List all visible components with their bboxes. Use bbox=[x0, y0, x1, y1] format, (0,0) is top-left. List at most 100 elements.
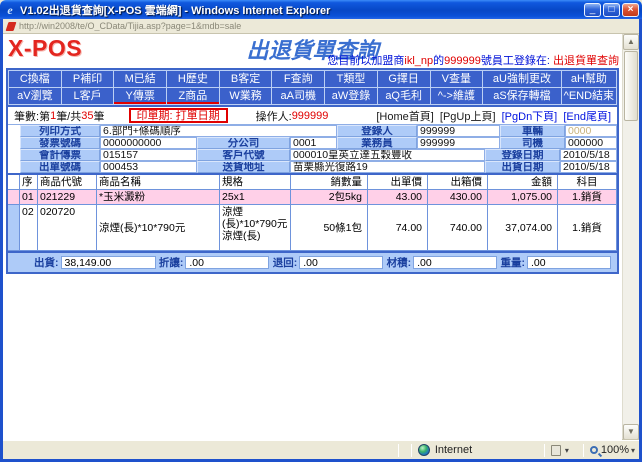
button-change-file[interactable]: C換檔 bbox=[9, 71, 61, 87]
button-check-qty[interactable]: V查量 bbox=[431, 71, 483, 87]
items-header-row: 序 商品代號 商品名稱 規格 銷數量 出單價 出箱價 金額 科目 bbox=[8, 175, 617, 190]
scroll-up-icon[interactable]: ▲ bbox=[623, 34, 639, 50]
record-suffix: 筆 bbox=[94, 108, 105, 124]
registrant-field[interactable]: 999999 bbox=[417, 125, 500, 137]
order-no-field[interactable]: 000453 bbox=[100, 161, 197, 173]
table-row[interactable]: 02 020720 涼煙(長)*10*790元 涼煙(長)*10*790元涼煙(… bbox=[8, 205, 617, 251]
button-driver[interactable]: aA司機 bbox=[272, 88, 324, 104]
button-profit[interactable]: aQ毛利 bbox=[378, 88, 430, 104]
total-returns: 退回: .00 bbox=[273, 255, 384, 270]
cell-account: 1.銷貨 bbox=[558, 190, 617, 205]
totals-bar: 出貨: 38,149.00 折讓: .00 退回: .00 材積: bbox=[8, 253, 617, 272]
link-home-page[interactable]: [Home首頁] bbox=[376, 111, 433, 123]
status-separator bbox=[583, 444, 584, 457]
pos-page: X-POS 出退貨單查詢 您目前以加盟商ikl_np的999999號員工登錄在:… bbox=[3, 34, 622, 440]
button-browse[interactable]: aV瀏覽 bbox=[9, 88, 61, 104]
customer-field[interactable]: 000010皇英立達五穀豐收 bbox=[290, 149, 485, 161]
button-save-export[interactable]: aS保存轉檔 bbox=[483, 88, 561, 104]
button-customer[interactable]: L客戶 bbox=[62, 88, 114, 104]
driver-field[interactable]: 000000 bbox=[565, 137, 617, 149]
button-customer-set[interactable]: B客定 bbox=[220, 71, 272, 87]
operator-id: 999999 bbox=[292, 110, 329, 122]
table-row[interactable]: 01 021229 *玉米澱粉 25x1 2包5kg 43.00 430.00 … bbox=[8, 190, 617, 205]
button-history[interactable]: H歷史 bbox=[167, 71, 219, 87]
reg-date-field[interactable]: 2010/5/18 bbox=[560, 149, 617, 161]
status-separator bbox=[411, 444, 412, 457]
button-query[interactable]: F查詢 bbox=[272, 71, 324, 87]
address-bar[interactable]: http://win2008/te/O_CData/Tijia.asp?page… bbox=[3, 19, 639, 34]
button-maintain[interactable]: ^->維護 bbox=[431, 88, 483, 104]
status-separator bbox=[398, 444, 399, 457]
vehicle-label: 車輛 bbox=[500, 125, 565, 137]
button-closed[interactable]: M已結 bbox=[114, 71, 166, 87]
cell-account: 1.銷貨 bbox=[558, 205, 617, 251]
protected-mode-control[interactable]: ▾ bbox=[551, 445, 569, 456]
button-end[interactable]: ^END結束 bbox=[562, 88, 616, 104]
discount-label: 折讓: bbox=[159, 255, 184, 270]
form-row-1: 列印方式 6.部門+條碼順序 登錄人 999999 車輛 0000 bbox=[8, 125, 617, 137]
acct-voucher-label: 會計傳票 bbox=[20, 149, 100, 161]
vertical-scrollbar[interactable]: ▲ ▼ bbox=[622, 34, 639, 440]
print-mode-field[interactable]: 6.部門+條碼順序 bbox=[100, 125, 337, 137]
link-pgdn-page[interactable]: [PgDn下頁] bbox=[502, 111, 558, 123]
chevron-down-icon: ▾ bbox=[565, 446, 569, 455]
page-error-icon bbox=[6, 22, 17, 31]
address-label: 送貨地址 bbox=[197, 161, 290, 173]
button-reprint[interactable]: P補印 bbox=[62, 71, 114, 87]
invoice-no-field[interactable]: 0000000000 bbox=[100, 137, 197, 149]
button-product[interactable]: Z商品 bbox=[167, 88, 219, 104]
cell-code: 020720 bbox=[38, 205, 97, 251]
cell-spec: 25x1 bbox=[220, 190, 291, 205]
scrollbar-thumb[interactable] bbox=[624, 51, 638, 121]
discount-value: .00 bbox=[185, 256, 269, 269]
minimize-button[interactable]: _ bbox=[584, 3, 601, 17]
acct-voucher-field[interactable]: 015157 bbox=[100, 149, 197, 161]
form-gutter bbox=[8, 149, 20, 161]
cell-seq: 01 bbox=[20, 190, 38, 205]
address-field[interactable]: 苗栗縣光復路19 bbox=[290, 161, 485, 173]
form-row-3: 會計傳票 015157 客戶代號 000010皇英立達五穀豐收 登錄日期 201… bbox=[8, 149, 617, 161]
close-button[interactable]: × bbox=[622, 3, 639, 17]
operator-label: 操作人: bbox=[256, 108, 292, 124]
cell-unit-price: 43.00 bbox=[368, 190, 428, 205]
button-type[interactable]: T類型 bbox=[325, 71, 377, 87]
col-account: 科目 bbox=[558, 175, 617, 190]
record-count-label: 筆數: bbox=[14, 108, 39, 124]
scroll-down-icon[interactable]: ▼ bbox=[623, 424, 639, 440]
print-period-annotation: 印單期: 打單日期 bbox=[129, 108, 228, 123]
link-pgup-page[interactable]: [PgUp上頁] bbox=[440, 111, 496, 123]
weight-value: .00 bbox=[527, 256, 611, 269]
login-suffix: 號員工登錄在: bbox=[481, 55, 553, 67]
ship-date-field[interactable]: 2010/5/18 bbox=[560, 161, 617, 173]
print-mode-label: 列印方式 bbox=[20, 125, 100, 137]
button-help[interactable]: aH幫助 bbox=[562, 71, 616, 87]
button-login[interactable]: aW登錄 bbox=[325, 88, 377, 104]
button-pick-date[interactable]: G擇日 bbox=[378, 71, 430, 87]
status-separator bbox=[544, 444, 545, 457]
col-name: 商品名稱 bbox=[97, 175, 220, 190]
zoom-level: 100% bbox=[601, 444, 629, 456]
vehicle-field[interactable]: 0000 bbox=[565, 125, 617, 137]
link-end-page[interactable]: [End尾頁] bbox=[563, 111, 611, 123]
button-sales[interactable]: W業務 bbox=[220, 88, 272, 104]
form-gutter bbox=[8, 161, 20, 173]
button-force-update[interactable]: aU強制更改 bbox=[483, 71, 561, 87]
zoom-control[interactable]: 100% ▾ bbox=[590, 444, 635, 456]
cell-amount: 1,075.00 bbox=[488, 190, 558, 205]
shipment-label: 出貨: bbox=[34, 255, 59, 270]
scrollbar-track[interactable] bbox=[623, 122, 639, 424]
page-header: X-POS 出退貨單查詢 您目前以加盟商ikl_np的999999號員工登錄在:… bbox=[3, 34, 622, 68]
driver-label: 司機 bbox=[500, 137, 565, 149]
col-amount: 金額 bbox=[488, 175, 558, 190]
window-body: http://win2008/te/O_CData/Tijia.asp?page… bbox=[0, 19, 642, 462]
salesman-field[interactable]: 999999 bbox=[417, 137, 500, 149]
title-bar[interactable]: e V1.02出退貨查詢[X-POS 雲端網] - Windows Intern… bbox=[0, 0, 642, 19]
button-voucher[interactable]: Y傳票 bbox=[114, 88, 166, 104]
total-weight: 重量: .00 bbox=[501, 255, 612, 270]
ie-icon: e bbox=[3, 3, 17, 17]
cell-qty: 2包5kg bbox=[291, 190, 368, 205]
items-gutter bbox=[8, 190, 20, 205]
maximize-button[interactable]: □ bbox=[603, 3, 620, 17]
command-toolbar: C換檔 P補印 M已結 H歷史 B客定 F查詢 T類型 G擇日 V查量 aU強制… bbox=[8, 70, 617, 107]
branch-field[interactable]: 0001 bbox=[290, 137, 337, 149]
